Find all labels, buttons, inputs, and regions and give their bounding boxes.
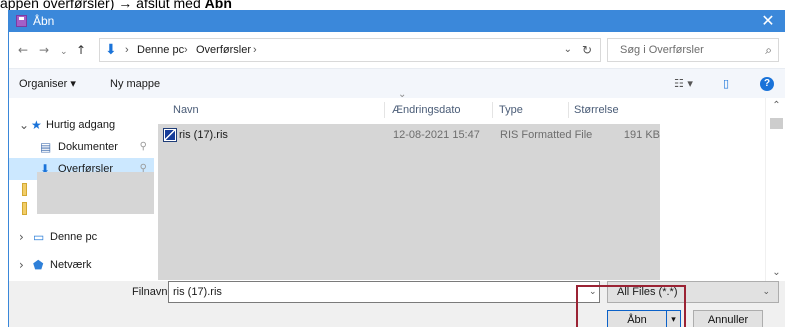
history-chevron-icon[interactable]: ⌄: [60, 44, 68, 60]
open-file-dialog: Åbn ✕ ← → ⌄ ↑ ⬇ › Denne pc › Overførsler…: [8, 10, 785, 327]
expand-chevron-icon[interactable]: ⌄: [19, 114, 29, 136]
file-list: ⌄ Navn Ændringsdato Type Størrelse ris (…: [154, 89, 765, 281]
cancel-button[interactable]: Annuller: [693, 310, 763, 327]
filename-input[interactable]: ris (17).ris: [168, 281, 600, 303]
search-placeholder: Søg i Overførsler: [620, 44, 704, 56]
nav-item-quick-access[interactable]: ⌄ ★ Hurtig adgang: [9, 114, 154, 136]
up-arrow-icon[interactable]: ↑: [76, 42, 86, 58]
back-arrow-icon[interactable]: ←: [18, 42, 28, 58]
highlight-box: [576, 285, 686, 327]
forward-arrow-icon[interactable]: →: [39, 42, 49, 58]
address-bar[interactable]: ⬇ › Denne pc › Overførsler › ⌄ ↻: [99, 38, 601, 62]
navigation-pane: ⌄ ★ Hurtig adgang ▤ Dokumenter ⚲ ⬇ Overf…: [9, 98, 154, 281]
column-type[interactable]: Type: [499, 98, 523, 122]
folder-icon: [22, 183, 27, 196]
breadcrumb-this-pc[interactable]: Denne pc: [137, 39, 184, 61]
nav-item-this-pc[interactable]: › ▭ Denne pc: [9, 226, 154, 248]
refresh-icon[interactable]: ↻: [582, 39, 592, 61]
file-name: ris (17).ris: [179, 129, 228, 141]
table-row[interactable]: ris (17).ris 12-08-2021 15:47 RIS Format…: [158, 124, 660, 146]
column-separator[interactable]: [492, 102, 493, 118]
screenshot: appen overførsler) → afslut med Åbn Åbn …: [0, 0, 785, 327]
view-options-icon[interactable]: ☷ ▾: [674, 69, 693, 99]
ris-file-icon: [163, 128, 177, 142]
document-text-fragment: [0, 258, 8, 274]
title-bar: Åbn ✕: [9, 10, 785, 32]
nav-item-documents[interactable]: ▤ Dokumenter ⚲: [9, 136, 154, 158]
download-folder-icon: ⬇: [105, 42, 117, 58]
scroll-up-icon[interactable]: ⌃: [766, 99, 785, 113]
address-row: ← → ⌄ ↑ ⬇ › Denne pc › Overførsler › ⌄ ↻…: [9, 32, 785, 68]
document-text-fragment: [0, 58, 8, 74]
preview-pane-icon[interactable]: ▯: [723, 69, 729, 99]
folder-icon: [22, 202, 27, 215]
collapse-chevron-icon[interactable]: ›: [19, 226, 24, 248]
nav-item-network[interactable]: › ⬟ Netværk: [9, 254, 154, 276]
star-icon: ★: [31, 118, 42, 132]
document-icon: ▤: [40, 140, 52, 154]
breadcrumb-downloads[interactable]: Overførsler: [196, 39, 251, 61]
file-size: 191 KB: [623, 129, 660, 141]
filename-value: ris (17).ris: [173, 286, 222, 298]
column-separator[interactable]: [568, 102, 569, 118]
filename-label: Filnavn:: [132, 286, 171, 298]
help-icon[interactable]: ?: [760, 77, 774, 91]
column-size[interactable]: Størrelse: [574, 98, 619, 122]
organize-label: Organiser: [19, 78, 68, 90]
dialog-icon: [16, 15, 27, 27]
new-folder-button[interactable]: Ny mappe: [110, 69, 160, 99]
pin-icon[interactable]: ⚲: [140, 136, 147, 158]
collapse-chevron-icon[interactable]: ›: [19, 254, 24, 276]
scroll-down-icon[interactable]: ⌄: [766, 266, 785, 280]
vertical-scrollbar[interactable]: ⌃ ⌄: [765, 98, 785, 281]
document-text-fragment: [0, 210, 8, 226]
nav-label-network: Netværk: [50, 259, 92, 271]
chevron-down-icon[interactable]: ⌄: [762, 282, 770, 302]
chevron-down-icon: ▾: [70, 78, 76, 90]
file-list-header: ⌄ Navn Ændringsdato Type Størrelse: [154, 89, 765, 122]
redacted-file-region: ris (17).ris 12-08-2021 15:47 RIS Format…: [158, 124, 660, 280]
file-date: 12-08-2021 15:47: [393, 129, 480, 141]
search-input[interactable]: Søg i Overførsler ⌕: [607, 38, 779, 62]
close-icon[interactable]: ✕: [757, 10, 779, 32]
computer-icon: ▭: [33, 230, 45, 244]
breadcrumb-separator-icon: ›: [125, 44, 129, 56]
nav-label-documents: Dokumenter: [58, 141, 118, 153]
scrollbar-thumb[interactable]: [770, 118, 783, 129]
breadcrumb-separator-icon: ›: [253, 44, 257, 56]
redacted-folder-list: [37, 172, 154, 214]
search-icon[interactable]: ⌕: [765, 39, 772, 61]
column-name[interactable]: Navn: [173, 98, 199, 122]
breadcrumb-separator-icon: ›: [184, 44, 188, 56]
file-type: RIS Formatted File: [500, 129, 593, 141]
nav-label-quick-access: Hurtig adgang: [46, 119, 116, 131]
column-modified[interactable]: Ændringsdato: [392, 98, 461, 122]
dialog-title: Åbn: [33, 14, 55, 28]
network-icon: ⬟: [33, 258, 44, 272]
address-dropdown-icon[interactable]: ⌄: [564, 39, 572, 61]
organize-menu-button[interactable]: Organiser ▾: [19, 69, 76, 99]
column-separator[interactable]: [384, 102, 385, 118]
command-bar: Organiser ▾ Ny mappe ☷ ▾ ▯ ?: [9, 68, 785, 98]
nav-label-this-pc: Denne pc: [50, 231, 98, 243]
